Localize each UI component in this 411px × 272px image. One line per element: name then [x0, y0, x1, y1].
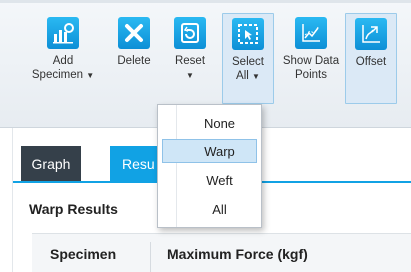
column-divider — [150, 242, 151, 272]
reset-button-label: Reset — [174, 55, 206, 67]
ribbon-top-border — [0, 0, 411, 3]
select-button-label: Select — [232, 56, 264, 68]
show-data-points-button[interactable]: Show Data Points — [280, 14, 342, 104]
add-specimen-icon — [47, 17, 79, 49]
chevron-down-icon: ▼ — [252, 72, 260, 81]
specimen-button-label: Specimen — [31, 69, 84, 81]
delete-icon — [118, 17, 150, 49]
column-header-specimen[interactable]: Specimen — [50, 246, 116, 262]
offset-button-label: Offset — [355, 56, 387, 68]
select-all-dropdown-menu: None Warp Weft All — [157, 104, 262, 228]
chevron-down-icon: ▼ — [86, 71, 95, 80]
results-title: Warp Results — [29, 201, 118, 217]
reset-button[interactable]: Reset ▼ — [170, 14, 210, 104]
select-all-button[interactable]: Select All ▼ — [222, 13, 274, 104]
delete-button[interactable]: Delete — [113, 14, 155, 104]
chevron-down-icon: ▼ — [186, 71, 194, 80]
offset-button[interactable]: Offset — [345, 13, 397, 104]
reset-icon — [174, 17, 206, 49]
menu-item-weft[interactable]: Weft — [162, 168, 257, 192]
offset-icon — [355, 18, 387, 50]
menu-item-none[interactable]: None — [162, 111, 257, 135]
add-button-label: Add — [52, 55, 74, 67]
column-header-maximum-force[interactable]: Maximum Force (kgf) — [167, 246, 308, 262]
delete-button-label: Delete — [117, 55, 151, 67]
add-specimen-button[interactable]: Add Specimen ▼ — [32, 14, 94, 104]
menu-item-all[interactable]: All — [162, 197, 257, 221]
results-table-header: Specimen Maximum Force (kgf) — [32, 233, 411, 272]
select-all-icon — [232, 18, 264, 50]
show-data-button-label: Show Data — [282, 55, 340, 67]
menu-item-warp[interactable]: Warp — [162, 139, 257, 163]
tab-graph[interactable]: Graph — [21, 146, 81, 181]
all-button-label: All — [236, 70, 249, 82]
points-button-label: Points — [295, 69, 327, 81]
show-data-points-icon — [295, 17, 327, 49]
left-panel-edge — [0, 128, 13, 272]
